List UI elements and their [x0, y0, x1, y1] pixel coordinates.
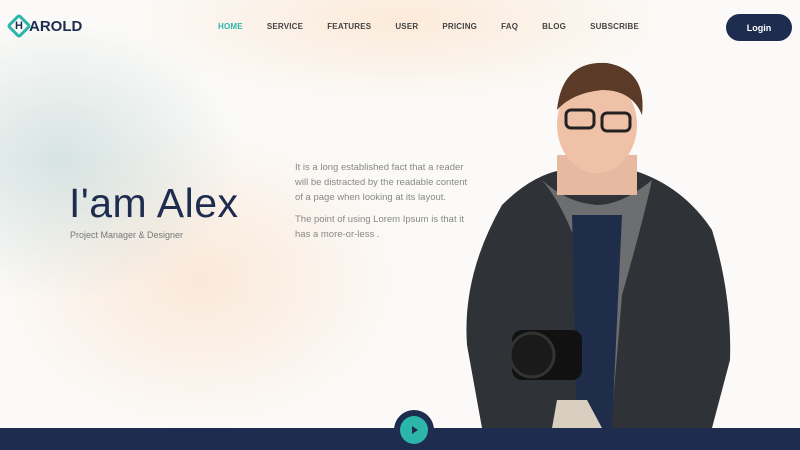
nav-features[interactable]: FEATURES — [327, 22, 371, 31]
play-video-button[interactable] — [400, 416, 428, 444]
main-menu: HOME SERVICE FEATURES USER PRICING FAQ B… — [218, 22, 663, 31]
description-paragraph: It is a long established fact that a rea… — [295, 162, 468, 203]
hero-title: I'am Alex — [69, 180, 239, 226]
nav-user[interactable]: USER — [395, 22, 418, 31]
nav-pricing[interactable]: PRICING — [442, 22, 477, 31]
hero-subtitle: Project Manager & Designer — [70, 230, 184, 240]
nav-service[interactable]: SERVICE — [267, 22, 303, 31]
nav-home[interactable]: HOME — [218, 22, 243, 31]
logo-icon: H — [6, 13, 32, 39]
hero-portrait-image — [466, 62, 731, 428]
nav-blog[interactable]: BLOG — [542, 22, 566, 31]
nav-faq[interactable]: FAQ — [501, 22, 518, 31]
navbar: H AROLD HOME SERVICE FEATURES USER PRICI… — [0, 0, 800, 54]
logo[interactable]: H AROLD — [6, 13, 83, 39]
hero-description: It is a long established fact that a rea… — [295, 160, 475, 249]
play-icon — [412, 426, 418, 434]
nav-subscribe[interactable]: SUBSCRIBE — [590, 22, 639, 31]
logo-text: AROLD — [29, 17, 83, 35]
login-button[interactable]: Login — [726, 14, 792, 41]
description-paragraph: The point of using Lorem Ipsum is that i… — [295, 214, 464, 240]
